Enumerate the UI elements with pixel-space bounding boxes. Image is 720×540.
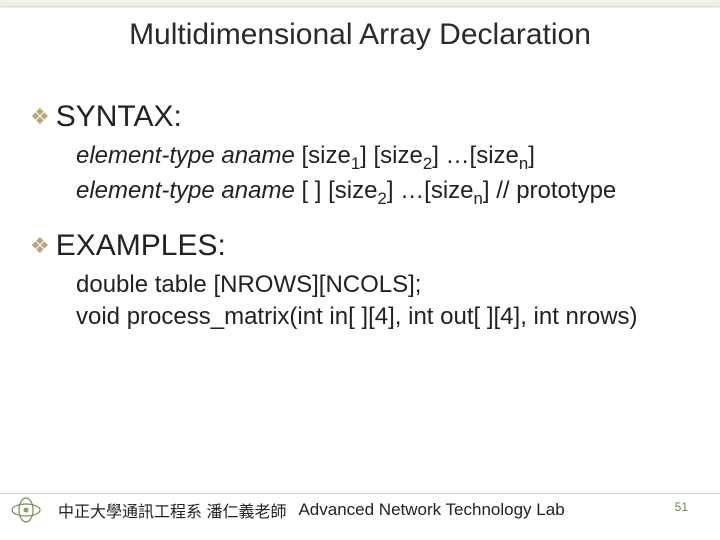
syntax-line-1-part: ] [size <box>360 142 423 169</box>
syntax-line-1-part: [size <box>295 142 351 169</box>
title-band <box>0 0 720 6</box>
subscript: n <box>519 154 528 173</box>
syntax-heading: SYNTAX: <box>56 100 182 134</box>
slide-title: Multidimensional Array Declaration <box>0 18 720 52</box>
bullet-examples: ❖ EXAMPLES: <box>30 229 700 263</box>
slide: Multidimensional Array Declaration ❖ SYN… <box>0 0 720 540</box>
syntax-line-1-part: ] <box>528 142 535 169</box>
examples-heading: EXAMPLES: <box>56 229 226 263</box>
diamond-bullet-icon: ❖ <box>30 106 50 128</box>
logo-icon <box>6 494 46 526</box>
subscript: n <box>474 189 483 208</box>
diamond-bullet-icon: ❖ <box>30 235 50 257</box>
bullet-syntax: ❖ SYNTAX: <box>30 100 700 134</box>
footer: 中正大學通訊工程系 潘仁義老師 Advanced Network Technol… <box>0 493 720 526</box>
syntax-line-2: element-type aname [ ] [size2] …[sizen] … <box>76 175 700 210</box>
page-number: 51 <box>675 500 688 514</box>
syntax-line-1-part: ] …[size <box>432 142 519 169</box>
syntax-line-2-part: ] …[size <box>387 177 474 204</box>
example-line-2: void process_matrix(int in[ ][4], int ou… <box>76 301 700 333</box>
slide-body: ❖ SYNTAX: element-type aname [size1] [si… <box>30 100 700 334</box>
subscript: 1 <box>351 154 360 173</box>
subscript: 2 <box>377 189 386 208</box>
footer-chinese: 中正大學通訊工程系 潘仁義老師 <box>58 498 286 522</box>
footer-lab: Advanced Network Technology Lab <box>298 500 564 520</box>
syntax-line-2-italic: element-type aname <box>76 177 295 204</box>
syntax-line-1-italic: element-type aname <box>76 142 295 169</box>
syntax-line-2-part: [ ] [size <box>295 177 378 204</box>
subscript: 2 <box>423 154 432 173</box>
syntax-line-1: element-type aname [size1] [size2] …[siz… <box>76 140 700 175</box>
example-line-1: double table [NROWS][NCOLS]; <box>76 269 700 301</box>
syntax-line-2-part: ] // prototype <box>483 177 616 204</box>
